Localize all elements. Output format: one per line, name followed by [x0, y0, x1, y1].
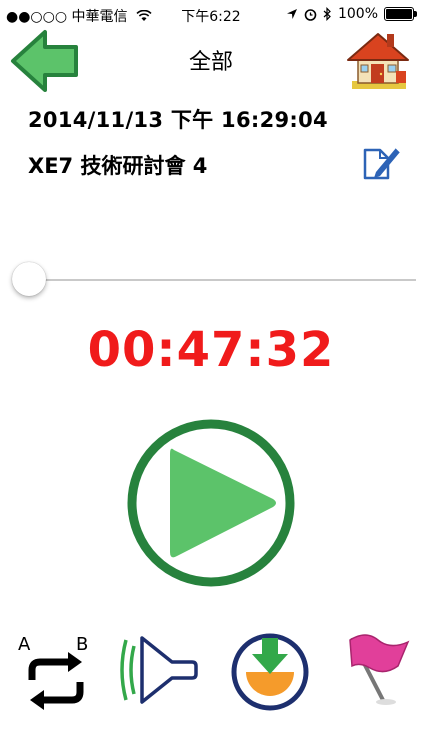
- play-button[interactable]: [124, 416, 298, 590]
- bluetooth-icon: [323, 7, 331, 21]
- status-bar: ●●○○○ 中華電信 下午6:22 100%: [0, 0, 422, 30]
- flag-button[interactable]: [332, 628, 416, 712]
- ab-repeat-icon: [28, 652, 84, 710]
- speaker-button[interactable]: [116, 628, 200, 712]
- speaker-icon: [120, 636, 198, 704]
- ab-label-a: A: [18, 634, 31, 655]
- seek-slider[interactable]: [12, 262, 416, 298]
- ab-label-b: B: [76, 634, 88, 655]
- alarm-icon: [304, 8, 317, 21]
- battery-percent: 100%: [337, 6, 378, 22]
- location-icon: [286, 9, 297, 19]
- seek-track[interactable]: [26, 279, 416, 281]
- home-icon[interactable]: [346, 28, 410, 92]
- recording-name: XE7 技術研討會 4: [28, 154, 208, 178]
- download-icon: [231, 633, 309, 711]
- recording-datetime: 2014/11/13 下午 16:29:04: [28, 108, 328, 132]
- battery-icon: [384, 7, 417, 21]
- edit-icon[interactable]: [360, 140, 402, 182]
- download-button[interactable]: [228, 628, 312, 712]
- ab-repeat-button[interactable]: A B: [14, 628, 98, 712]
- seek-thumb[interactable]: [12, 262, 46, 296]
- flag-icon: [349, 634, 410, 705]
- status-right: 100%: [286, 6, 417, 22]
- elapsed-time: 00:47:32: [87, 322, 335, 378]
